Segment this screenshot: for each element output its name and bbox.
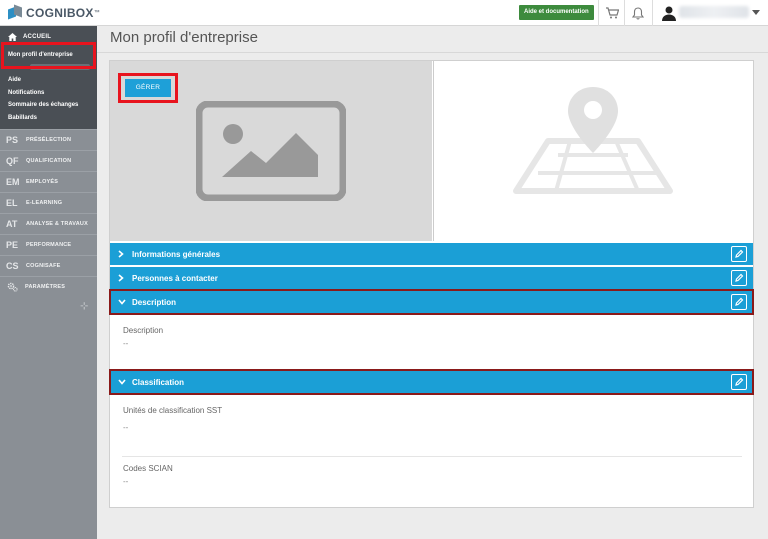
logo-trademark: ™: [93, 10, 100, 16]
sidebar-subitem-exchanges-summary[interactable]: Sommaire des échanges: [8, 102, 78, 108]
sidebar-module-cognisafe[interactable]: CS COGNISAFE: [0, 255, 97, 275]
chevron-right-icon: [118, 274, 126, 282]
help-documentation-button[interactable]: Aide et documentation: [519, 5, 594, 20]
divider: [97, 52, 768, 53]
image-placeholder-icon: [196, 101, 346, 201]
section-title: Informations générales: [132, 249, 221, 259]
highlight-description-section: [109, 289, 754, 315]
description-value: --: [123, 339, 129, 348]
module-label: PERFORMANCE: [26, 241, 72, 248]
module-abbr: QF: [6, 155, 19, 166]
section-contacts-header[interactable]: Personnes à contacter: [110, 267, 753, 289]
section-title: Personnes à contacter: [132, 273, 218, 283]
sidebar-module-preselection[interactable]: PS PRÉSÉLECTION: [0, 129, 97, 149]
divider: [598, 0, 599, 26]
section-general-info-header[interactable]: Informations générales: [110, 243, 753, 265]
scian-codes-value: --: [123, 477, 129, 486]
highlight-manage-button: [118, 73, 178, 103]
divider: [122, 456, 742, 457]
cart-icon[interactable]: [603, 4, 621, 22]
sidebar-module-analysis-works[interactable]: AT ANALYSE & TRAVAUX: [0, 213, 97, 233]
gears-icon: [7, 282, 18, 292]
module-label: EMPLOYÉS: [26, 178, 59, 185]
map-pin-icon: [513, 87, 673, 194]
home-icon: [8, 33, 17, 41]
module-label: ANALYSE & TRAVAUX: [26, 220, 88, 227]
scian-codes-label: Codes SCIAN: [123, 464, 173, 473]
collapse-handle-icon[interactable]: ⊹: [80, 301, 88, 312]
sidebar-module-employees[interactable]: EM EMPLOYÉS: [0, 171, 97, 191]
sidebar-item-label: ACCUEIL: [23, 34, 52, 40]
module-label: E-LEARNING: [26, 199, 63, 206]
user-name-blurred[interactable]: [679, 6, 749, 18]
description-label: Description: [123, 326, 164, 335]
sidebar: ACCUEIL Mon profil d'entreprise Aide Not…: [0, 26, 97, 539]
divider: [652, 0, 653, 26]
module-abbr: PE: [6, 239, 19, 250]
module-label: PRÉSÉLECTION: [26, 136, 72, 143]
module-abbr: AT: [6, 218, 18, 229]
sidebar-subitem-help[interactable]: Aide: [8, 77, 21, 83]
highlight-classification-section: [109, 369, 754, 395]
edit-icon[interactable]: [731, 270, 747, 286]
divider: [624, 0, 625, 26]
sst-units-label: Unités de classification SST: [123, 406, 223, 415]
module-label: COGNISAFE: [26, 262, 61, 269]
top-bar: COGNIBOX ™ Aide et documentation: [0, 0, 768, 26]
sidebar-module-settings[interactable]: PARAMÈTRES: [0, 276, 97, 296]
sidebar-subitem-boards[interactable]: Babillards: [8, 115, 37, 121]
cognibox-logo-icon: [8, 4, 22, 20]
map-placeholder: [433, 61, 753, 241]
module-abbr: EL: [6, 197, 18, 208]
sidebar-module-performance[interactable]: PE PERFORMANCE: [0, 234, 97, 254]
chevron-right-icon: [118, 250, 126, 258]
module-abbr: CS: [6, 260, 19, 271]
sidebar-module-elearning[interactable]: EL E-LEARNING: [0, 192, 97, 212]
module-label: QUALIFICATION: [26, 157, 72, 164]
module-label: PARAMÈTRES: [25, 283, 66, 290]
user-avatar-icon[interactable]: [661, 5, 677, 21]
chevron-down-icon[interactable]: [752, 10, 760, 15]
sidebar-module-qualification[interactable]: QF QUALIFICATION: [0, 150, 97, 170]
highlight-active-item: [1, 42, 96, 69]
page-title: Mon profil d'entreprise: [110, 29, 258, 46]
edit-icon[interactable]: [731, 246, 747, 262]
cognibox-logo[interactable]: COGNIBOX ™: [8, 4, 100, 22]
sidebar-subitem-notifications[interactable]: Notifications: [8, 90, 44, 96]
module-abbr: EM: [6, 176, 20, 187]
bell-icon[interactable]: [629, 4, 647, 22]
logo-text: COGNIBOX: [26, 6, 94, 20]
sst-units-value: --: [123, 423, 129, 432]
module-abbr: PS: [6, 134, 19, 145]
